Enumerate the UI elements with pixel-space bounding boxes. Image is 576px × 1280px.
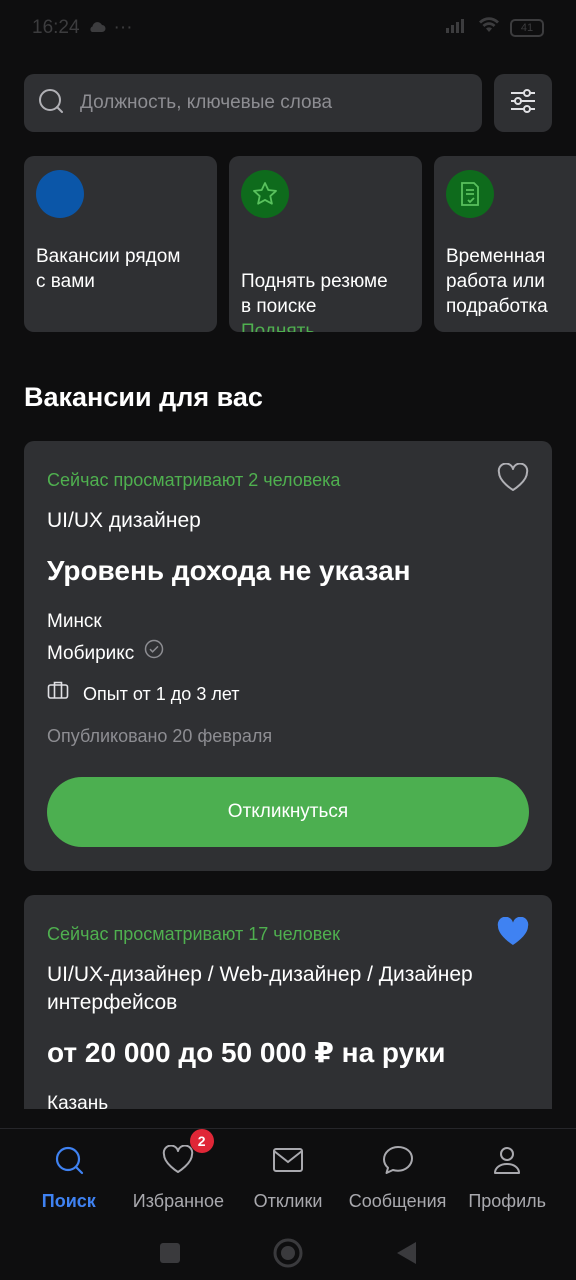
search-row	[24, 74, 552, 132]
nav-label: Профиль	[468, 1191, 547, 1211]
boost-action-link[interactable]: Поднять	[241, 319, 418, 332]
vacancy-title[interactable]: UI/UX-дизайнер / Web-дизайнер / Дизайнер…	[47, 961, 529, 1017]
vacancy-company: Мобирикс	[47, 637, 529, 671]
search-icon	[52, 1143, 86, 1177]
search-box[interactable]	[24, 74, 482, 132]
chat-icon	[381, 1143, 415, 1177]
signal-icon	[446, 17, 468, 39]
briefcase-icon	[47, 679, 69, 709]
system-navigation-bar	[0, 1229, 576, 1280]
envelope-icon	[271, 1143, 305, 1177]
nav-label: Поиск	[41, 1191, 96, 1211]
vacancy-feed[interactable]: Сейчас просматривают 2 человека UI/UX ди…	[24, 441, 552, 1109]
document-check-icon	[446, 170, 494, 218]
search-icon	[38, 88, 64, 119]
nav-label: Отклики	[253, 1191, 323, 1211]
nav-items: Поиск 2 Избранное Отклики Сообщения Проф…	[0, 1129, 576, 1219]
recents-square-icon[interactable]	[159, 1242, 181, 1269]
favorites-badge: 2	[189, 1129, 214, 1153]
nav-item-search[interactable]: Поиск	[14, 1129, 124, 1219]
search-input[interactable]	[80, 92, 468, 114]
favorite-toggle[interactable]	[496, 916, 530, 952]
filter-button[interactable]	[494, 74, 552, 132]
vacancy-city: Минск	[47, 611, 102, 632]
cloud-icon	[88, 17, 106, 39]
sliders-icon	[510, 88, 536, 118]
section-title: Вакансии для вас	[24, 382, 263, 412]
quick-card-label: Временная работа или подработка	[446, 246, 548, 317]
vacancy-city: Казань	[47, 1093, 109, 1109]
heart-icon	[161, 1143, 195, 1177]
apply-button[interactable]: Откликнуться	[47, 777, 529, 847]
battery-icon: 41	[510, 19, 544, 37]
favorite-toggle[interactable]	[496, 462, 530, 498]
quick-card-label: Поднять резюме в поиске	[241, 271, 388, 317]
battery-level: 41	[520, 22, 534, 34]
vacancy-published-date: Опубликовано 20 февраля	[47, 726, 273, 746]
quick-card-nearby[interactable]: Вакансии рядом с вами	[24, 156, 217, 332]
status-left: 16:24 ···	[32, 17, 133, 39]
vacancy-title[interactable]: UI/UX дизайнер	[47, 507, 529, 535]
quick-cards-carousel[interactable]: Вакансии рядом с вами Поднять резюме в п…	[24, 156, 576, 332]
nav-label: Сообщения	[348, 1191, 447, 1211]
quick-card-text: Поднять резюме в поиске Поднять	[241, 244, 418, 332]
vacancy-experience: Опыт от 1 до 3 лет	[47, 679, 529, 709]
status-right: 41	[446, 17, 544, 39]
heart-outline-icon	[497, 462, 529, 498]
nav-item-responses[interactable]: Отклики	[233, 1129, 343, 1219]
home-circle-icon[interactable]	[273, 1238, 303, 1273]
vacancy-salary: от 20 000 до 50 000 ₽ на руки	[47, 1037, 446, 1068]
vacancy-salary: Уровень дохода не указан	[47, 555, 411, 586]
location-icon	[36, 170, 84, 218]
status-bar: 16:24 ··· 41	[0, 0, 576, 56]
quick-cards-track: Вакансии рядом с вами Поднять резюме в п…	[24, 156, 576, 332]
quick-card-label: Вакансии рядом с вами	[36, 246, 181, 292]
status-time: 16:24	[32, 17, 80, 38]
vacancy-card[interactable]: Сейчас просматривают 2 человека UI/UX ди…	[24, 441, 552, 871]
viewers-count: Сейчас просматривают 17 человек	[47, 924, 341, 944]
nav-item-favorites[interactable]: 2 Избранное	[124, 1129, 234, 1219]
nav-item-messages[interactable]: Сообщения	[343, 1129, 453, 1219]
nav-item-profile[interactable]: Профиль	[452, 1129, 562, 1219]
company-name[interactable]: Мобирикс	[47, 637, 134, 671]
star-icon	[241, 170, 289, 218]
viewers-count: Сейчас просматривают 2 человека	[47, 470, 341, 490]
nav-label: Избранное	[132, 1191, 224, 1211]
bottom-navigation: Поиск 2 Избранное Отклики Сообщения Проф…	[0, 1128, 576, 1280]
quick-card-temporary-work[interactable]: Временная работа или подработка	[434, 156, 576, 332]
experience-text: Опыт от 1 до 3 лет	[83, 684, 240, 704]
person-icon	[490, 1143, 524, 1177]
back-triangle-icon[interactable]	[395, 1241, 417, 1270]
more-dots-icon: ···	[113, 17, 133, 38]
wifi-icon	[478, 17, 500, 39]
vacancy-card[interactable]: Сейчас просматривают 17 человек UI/UX-ди…	[24, 895, 552, 1109]
heart-filled-icon	[496, 916, 530, 952]
quick-card-boost-resume[interactable]: Поднять резюме в поиске Поднять	[229, 156, 422, 332]
verified-check-icon	[144, 637, 164, 671]
